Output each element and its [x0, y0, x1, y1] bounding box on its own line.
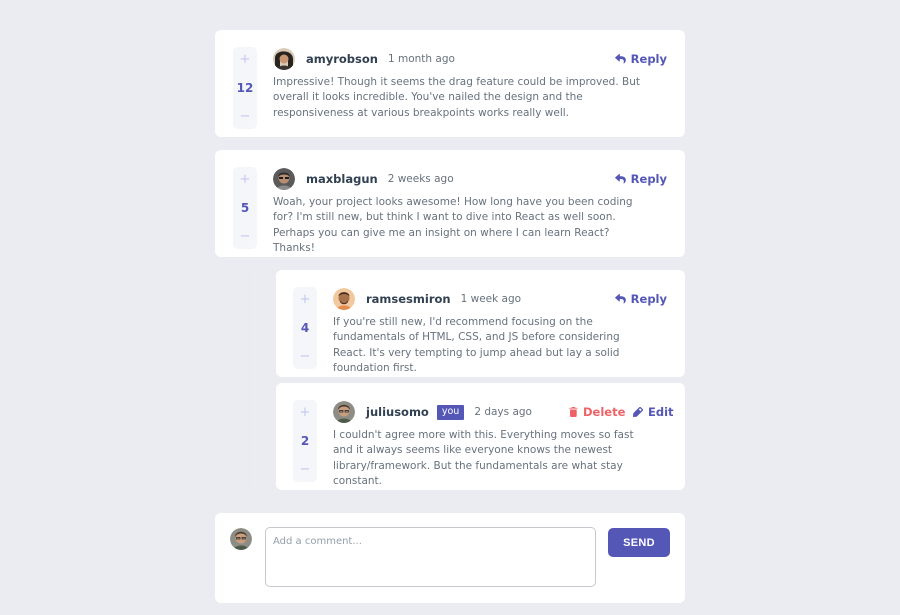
- comment-text: I couldn't agree more with this. Everyth…: [333, 429, 634, 488]
- score: 4: [300, 321, 310, 335]
- upvote-button[interactable]: +: [240, 53, 251, 66]
- upvote-button[interactable]: +: [300, 406, 311, 419]
- edit-label: Edit: [648, 405, 674, 419]
- reply-arrow-icon: [614, 294, 626, 304]
- send-button[interactable]: SEND: [608, 528, 670, 557]
- vote-box: + 12 −: [233, 47, 257, 129]
- pencil-icon: [633, 407, 643, 417]
- reply-button[interactable]: Reply: [614, 172, 667, 186]
- upvote-button[interactable]: +: [240, 173, 251, 186]
- downvote-button[interactable]: −: [240, 110, 251, 123]
- comment-header: maxblagun 2 weeks ago: [273, 167, 454, 191]
- reply-thread-line: [248, 270, 250, 494]
- reply-card: + 2 − juliusomo you 2 days ago Delete Ed…: [276, 383, 685, 490]
- comment-header: amyrobson 1 month ago: [273, 47, 455, 71]
- comment-input[interactable]: [265, 527, 596, 587]
- comment-text: Impressive! Though it seems the drag fea…: [273, 76, 640, 119]
- reply-label: Reply: [630, 172, 667, 186]
- comment-header: juliusomo you 2 days ago: [333, 400, 532, 424]
- edit-button[interactable]: Edit: [633, 405, 674, 419]
- timestamp: 2 days ago: [474, 406, 532, 418]
- timestamp: 1 month ago: [387, 53, 455, 65]
- timestamp: 2 weeks ago: [387, 173, 454, 185]
- reply-label: Reply: [630, 292, 667, 306]
- current-user-avatar: [230, 528, 252, 550]
- comment-header: ramsesmiron 1 week ago: [333, 287, 521, 311]
- reply-arrow-icon: [614, 174, 626, 184]
- delete-label: Delete: [583, 405, 626, 419]
- score: 12: [236, 81, 254, 95]
- username[interactable]: maxblagun: [306, 172, 378, 186]
- username[interactable]: amyrobson: [306, 52, 378, 66]
- downvote-button[interactable]: −: [300, 350, 311, 363]
- comment-text: If you're still new, I'd recommend focus…: [333, 316, 620, 375]
- reply-button[interactable]: Reply: [614, 292, 667, 306]
- username[interactable]: juliusomo: [366, 405, 429, 419]
- downvote-button[interactable]: −: [300, 463, 311, 476]
- comment-text: Woah, your project looks awesome! How lo…: [273, 196, 633, 255]
- vote-box: + 5 −: [233, 167, 257, 249]
- vote-box: + 2 −: [293, 400, 317, 482]
- score: 2: [300, 434, 310, 448]
- username[interactable]: ramsesmiron: [366, 292, 451, 306]
- reply-card: + 4 − ramsesmiron 1 week ago Reply If yo…: [276, 270, 685, 377]
- reply-button[interactable]: Reply: [614, 52, 667, 66]
- reply-label: Reply: [630, 52, 667, 66]
- comment-card: + 12 − amyrobson 1 month ago Reply Impre…: [215, 30, 685, 137]
- trash-icon: [569, 407, 578, 417]
- avatar: [273, 168, 295, 190]
- avatar: [273, 48, 295, 70]
- you-badge: you: [436, 404, 465, 420]
- avatar: [333, 288, 355, 310]
- upvote-button[interactable]: +: [300, 293, 311, 306]
- reply-arrow-icon: [614, 54, 626, 64]
- delete-button[interactable]: Delete: [569, 405, 625, 419]
- avatar: [333, 401, 355, 423]
- downvote-button[interactable]: −: [240, 230, 251, 243]
- timestamp: 1 week ago: [460, 293, 522, 305]
- vote-box: + 4 −: [293, 287, 317, 369]
- score: 5: [240, 201, 250, 215]
- comment-card: + 5 − maxblagun 2 weeks ago Reply Woah, …: [215, 150, 685, 257]
